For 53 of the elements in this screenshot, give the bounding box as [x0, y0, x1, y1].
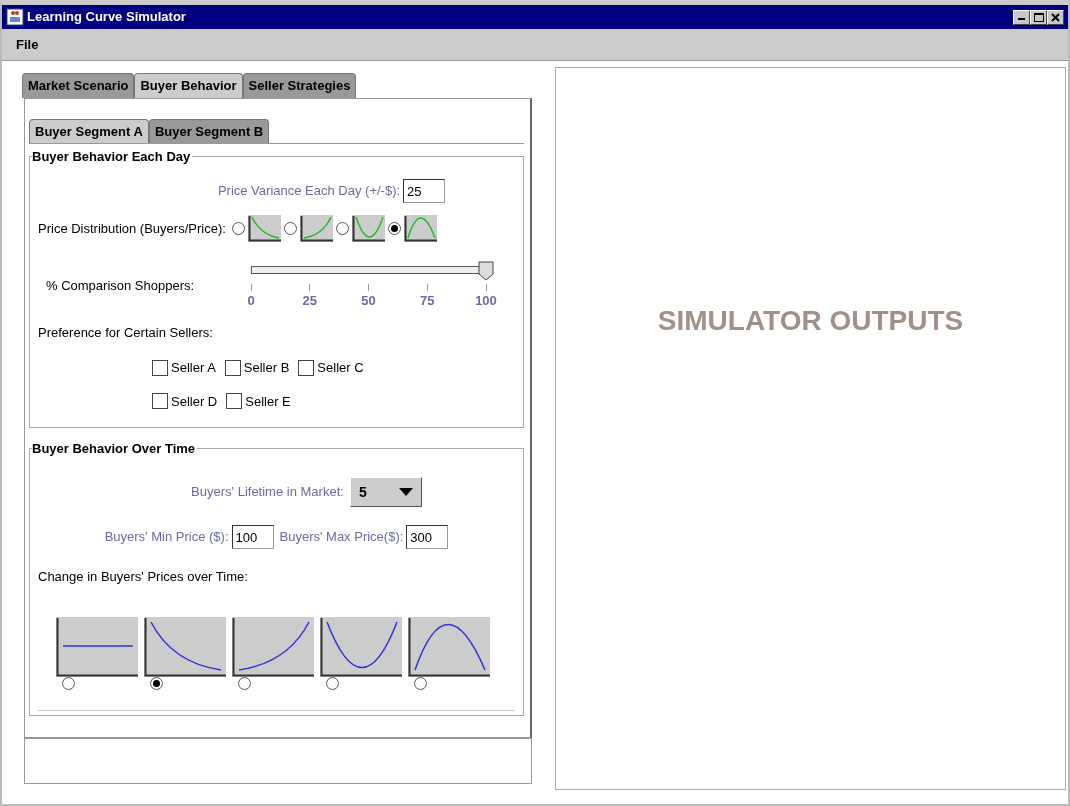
tick-label: 75	[419, 292, 436, 310]
tick-mark	[426, 284, 428, 291]
text-field[interactable]: 300	[406, 525, 449, 549]
group-title: Buyer Behavior Over Time	[32, 442, 197, 455]
text-field[interactable]: 25	[403, 179, 446, 203]
field-label: Buyers' Max Price($):	[279, 528, 404, 547]
tick-label: 100	[474, 292, 498, 310]
slider-thumb[interactable]	[478, 261, 494, 281]
field-label: Preference for Certain Sellers:	[38, 323, 214, 342]
checkbox[interactable]: Seller C	[298, 358, 364, 378]
tick-mark	[309, 284, 311, 291]
checkbox[interactable]: Seller A	[152, 358, 216, 378]
checkbox[interactable]: Seller B	[224, 358, 290, 378]
radio-button[interactable]	[231, 222, 245, 235]
checkbox[interactable]: Seller D	[152, 391, 218, 411]
tab[interactable]: Buyer Segment A	[29, 118, 149, 143]
tab[interactable]: Seller Strategies	[242, 73, 357, 98]
tab[interactable]: Buyer Segment B	[148, 118, 270, 143]
tick-label: 25	[301, 292, 318, 310]
close-button[interactable]	[1047, 9, 1064, 25]
field-label: Price Distribution (Buyers/Price):	[38, 219, 226, 238]
tick-mark	[368, 284, 369, 291]
group-title: Buyer Behavior Each Day	[32, 150, 192, 163]
curve-graph	[299, 215, 333, 242]
minimize-button[interactable]	[1013, 9, 1030, 25]
tick-label: 0	[246, 292, 256, 310]
field-label: % Comparison Shoppers:	[46, 276, 195, 295]
text-field[interactable]: 100	[231, 525, 274, 549]
radio-button[interactable]	[387, 222, 401, 235]
window-title: Learning Curve Simulator	[27, 8, 186, 27]
field-label: Buyers' Min Price ($):	[104, 528, 229, 547]
dropdown[interactable]: 5	[349, 477, 422, 507]
maximize-icon	[1033, 12, 1044, 22]
tick-label: 50	[360, 292, 377, 310]
radio-button[interactable]	[335, 222, 349, 235]
app-icon	[6, 8, 24, 26]
dropdown-arrow-icon	[398, 488, 413, 496]
maximize-button[interactable]	[1030, 9, 1047, 25]
tick-mark	[250, 284, 252, 291]
radio-button[interactable]	[283, 222, 297, 235]
curve-graph	[403, 215, 437, 242]
field-label: Buyers' Lifetime in Market:	[191, 483, 344, 502]
close-icon	[1051, 12, 1060, 22]
field-label: Price Variance Each Day (+/-$):	[217, 182, 401, 201]
output-label: SIMULATOR OUTPUTS	[657, 304, 964, 338]
tab[interactable]: Buyer Behavior	[134, 73, 243, 98]
checkbox[interactable]: Seller E	[226, 391, 291, 411]
tick-mark	[485, 284, 487, 291]
field-label: Change in Buyers' Prices over Time:	[38, 568, 249, 586]
tab[interactable]: Market Scenario	[22, 73, 135, 98]
curve-graph	[247, 215, 281, 242]
menu-item[interactable]: File	[16, 34, 39, 55]
curve-graph	[351, 215, 385, 242]
